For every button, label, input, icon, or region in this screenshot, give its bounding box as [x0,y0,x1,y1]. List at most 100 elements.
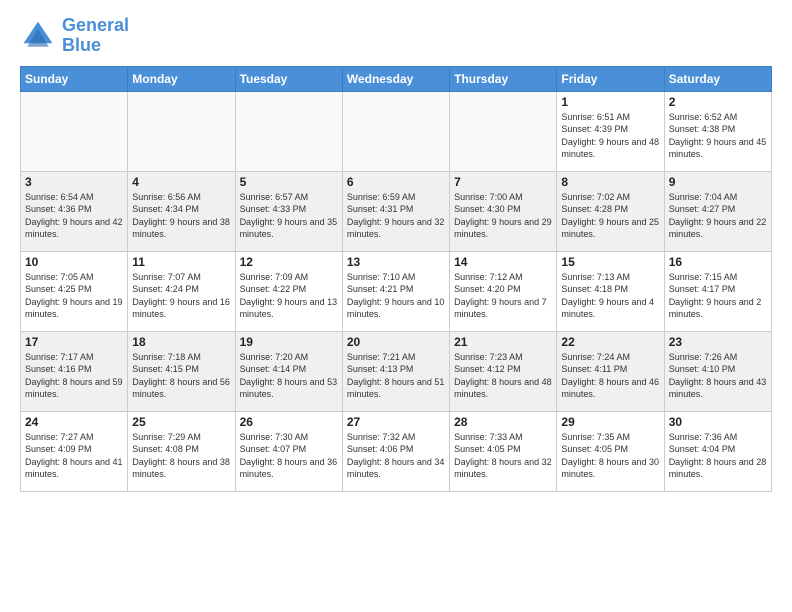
day-number: 6 [347,175,445,189]
day-info: Sunrise: 7:20 AM Sunset: 4:14 PM Dayligh… [240,351,338,401]
day-number: 15 [561,255,659,269]
day-number: 3 [25,175,123,189]
day-info: Sunrise: 7:27 AM Sunset: 4:09 PM Dayligh… [25,431,123,481]
calendar-week-0: 1 Sunrise: 6:51 AM Sunset: 4:39 PM Daylig… [21,91,772,171]
day-info: Sunrise: 7:21 AM Sunset: 4:13 PM Dayligh… [347,351,445,401]
calendar-cell [450,91,557,171]
calendar-body: 1 Sunrise: 6:51 AM Sunset: 4:39 PM Daylig… [21,91,772,491]
day-info: Sunrise: 7:30 AM Sunset: 4:07 PM Dayligh… [240,431,338,481]
weekday-wednesday: Wednesday [342,66,449,91]
calendar-cell [235,91,342,171]
day-number: 7 [454,175,552,189]
day-number: 29 [561,415,659,429]
day-info: Sunrise: 7:10 AM Sunset: 4:21 PM Dayligh… [347,271,445,321]
day-info: Sunrise: 6:54 AM Sunset: 4:36 PM Dayligh… [25,191,123,241]
day-number: 21 [454,335,552,349]
calendar-cell: 27 Sunrise: 7:32 AM Sunset: 4:06 PM Dayli… [342,411,449,491]
day-number: 24 [25,415,123,429]
calendar-cell: 8Sunrise: 7:02 AM Sunset: 4:28 PM Daylig… [557,171,664,251]
weekday-friday: Friday [557,66,664,91]
day-number: 16 [669,255,767,269]
day-number: 28 [454,415,552,429]
calendar-cell: 25Sunrise: 7:29 AM Sunset: 4:08 PM Dayli… [128,411,235,491]
day-number: 1 [561,95,659,109]
day-number: 12 [240,255,338,269]
calendar-cell: 22 Sunrise: 7:24 AM Sunset: 4:11 PM Dayli… [557,331,664,411]
weekday-header-row: SundayMondayTuesdayWednesdayThursdayFrid… [21,66,772,91]
day-info: Sunrise: 7:04 AM Sunset: 4:27 PM Dayligh… [669,191,767,241]
calendar-cell: 14Sunrise: 7:12 AM Sunset: 4:20 PM Dayli… [450,251,557,331]
day-number: 2 [669,95,767,109]
calendar-cell: 5Sunrise: 6:57 AM Sunset: 4:33 PM Daylig… [235,171,342,251]
calendar-cell [128,91,235,171]
day-number: 10 [25,255,123,269]
day-info: Sunrise: 7:05 AM Sunset: 4:25 PM Dayligh… [25,271,123,321]
day-number: 27 [347,415,445,429]
calendar-cell: 15 Sunrise: 7:13 AM Sunset: 4:18 PM Dayli… [557,251,664,331]
calendar-cell: 23 Sunrise: 7:26 AM Sunset: 4:10 PM Dayli… [664,331,771,411]
calendar-cell: 24 Sunrise: 7:27 AM Sunset: 4:09 PM Dayli… [21,411,128,491]
calendar-header: SundayMondayTuesdayWednesdayThursdayFrid… [21,66,772,91]
day-info: Sunrise: 7:36 AM Sunset: 4:04 PM Dayligh… [669,431,767,481]
calendar-week-3: 17 Sunrise: 7:17 AM Sunset: 4:16 PM Dayli… [21,331,772,411]
calendar-week-1: 3 Sunrise: 6:54 AM Sunset: 4:36 PM Daylig… [21,171,772,251]
day-info: Sunrise: 7:00 AM Sunset: 4:30 PM Dayligh… [454,191,552,241]
calendar-cell: 16 Sunrise: 7:15 AM Sunset: 4:17 PM Dayli… [664,251,771,331]
weekday-monday: Monday [128,66,235,91]
calendar-cell: 10 Sunrise: 7:05 AM Sunset: 4:25 PM Dayli… [21,251,128,331]
day-number: 9 [669,175,767,189]
day-info: Sunrise: 7:17 AM Sunset: 4:16 PM Dayligh… [25,351,123,401]
logo-text: General Blue [62,16,129,56]
day-info: Sunrise: 7:15 AM Sunset: 4:17 PM Dayligh… [669,271,767,321]
day-info: Sunrise: 7:07 AM Sunset: 4:24 PM Dayligh… [132,271,230,321]
calendar-cell: 21 Sunrise: 7:23 AM Sunset: 4:12 PM Dayli… [450,331,557,411]
calendar-cell: 12 Sunrise: 7:09 AM Sunset: 4:22 PM Dayli… [235,251,342,331]
day-number: 23 [669,335,767,349]
day-number: 13 [347,255,445,269]
day-info: Sunrise: 6:56 AM Sunset: 4:34 PM Dayligh… [132,191,230,241]
logo-icon [20,18,56,54]
day-info: Sunrise: 7:23 AM Sunset: 4:12 PM Dayligh… [454,351,552,401]
page: General Blue SundayMondayTuesdayWednesda… [0,0,792,612]
day-info: Sunrise: 6:51 AM Sunset: 4:39 PM Dayligh… [561,111,659,161]
weekday-thursday: Thursday [450,66,557,91]
calendar-cell: 9 Sunrise: 7:04 AM Sunset: 4:27 PM Daylig… [664,171,771,251]
day-info: Sunrise: 7:12 AM Sunset: 4:20 PM Dayligh… [454,271,552,321]
calendar-cell: 17 Sunrise: 7:17 AM Sunset: 4:16 PM Dayli… [21,331,128,411]
day-info: Sunrise: 7:13 AM Sunset: 4:18 PM Dayligh… [561,271,659,321]
weekday-saturday: Saturday [664,66,771,91]
day-info: Sunrise: 6:59 AM Sunset: 4:31 PM Dayligh… [347,191,445,241]
calendar-cell: 7 Sunrise: 7:00 AM Sunset: 4:30 PM Daylig… [450,171,557,251]
calendar-cell: 11Sunrise: 7:07 AM Sunset: 4:24 PM Dayli… [128,251,235,331]
day-number: 22 [561,335,659,349]
calendar-cell: 3 Sunrise: 6:54 AM Sunset: 4:36 PM Daylig… [21,171,128,251]
calendar-cell: 2 Sunrise: 6:52 AM Sunset: 4:38 PM Daylig… [664,91,771,171]
day-number: 30 [669,415,767,429]
day-number: 26 [240,415,338,429]
calendar-table: SundayMondayTuesdayWednesdayThursdayFrid… [20,66,772,492]
day-info: Sunrise: 7:18 AM Sunset: 4:15 PM Dayligh… [132,351,230,401]
day-info: Sunrise: 7:09 AM Sunset: 4:22 PM Dayligh… [240,271,338,321]
day-info: Sunrise: 6:52 AM Sunset: 4:38 PM Dayligh… [669,111,767,161]
weekday-sunday: Sunday [21,66,128,91]
calendar-cell: 6 Sunrise: 6:59 AM Sunset: 4:31 PM Daylig… [342,171,449,251]
weekday-tuesday: Tuesday [235,66,342,91]
day-number: 4 [132,175,230,189]
calendar-cell: 19 Sunrise: 7:20 AM Sunset: 4:14 PM Dayli… [235,331,342,411]
calendar-cell: 18 Sunrise: 7:18 AM Sunset: 4:15 PM Dayli… [128,331,235,411]
day-number: 25 [132,415,230,429]
day-number: 19 [240,335,338,349]
logo: General Blue [20,16,129,56]
calendar-cell: 20Sunrise: 7:21 AM Sunset: 4:13 PM Dayli… [342,331,449,411]
day-number: 18 [132,335,230,349]
calendar-cell: 26 Sunrise: 7:30 AM Sunset: 4:07 PM Dayli… [235,411,342,491]
calendar-cell [21,91,128,171]
day-info: Sunrise: 7:24 AM Sunset: 4:11 PM Dayligh… [561,351,659,401]
day-info: Sunrise: 7:33 AM Sunset: 4:05 PM Dayligh… [454,431,552,481]
day-info: Sunrise: 7:32 AM Sunset: 4:06 PM Dayligh… [347,431,445,481]
day-info: Sunrise: 7:26 AM Sunset: 4:10 PM Dayligh… [669,351,767,401]
calendar-cell: 30 Sunrise: 7:36 AM Sunset: 4:04 PM Dayli… [664,411,771,491]
calendar-cell: 29Sunrise: 7:35 AM Sunset: 4:05 PM Dayli… [557,411,664,491]
day-number: 17 [25,335,123,349]
header: General Blue [20,16,772,56]
